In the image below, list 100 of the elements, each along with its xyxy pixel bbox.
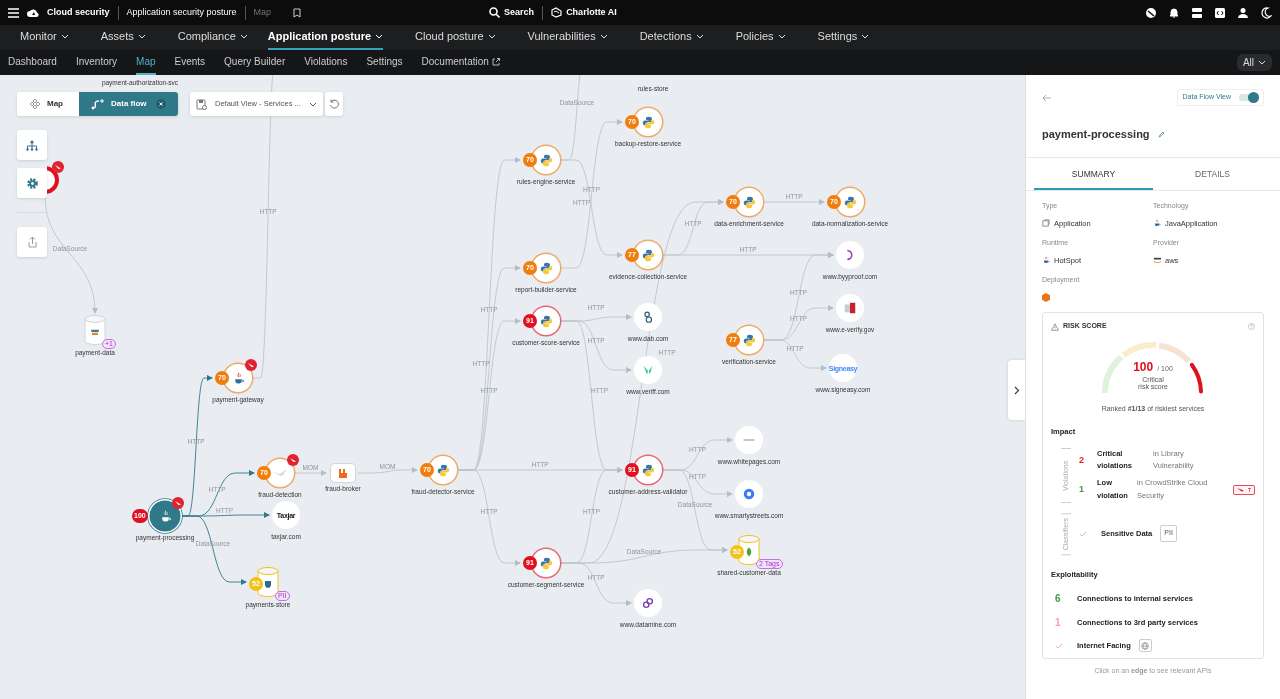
python-icon (641, 248, 655, 262)
nav-menu[interactable]: Vulnerabilities (507, 25, 608, 50)
website-node[interactable] (836, 294, 864, 322)
filter-dropdown[interactable]: All (1236, 54, 1272, 71)
block-logo-icon (843, 301, 857, 315)
service-node[interactable] (735, 326, 763, 354)
assistant-logo-icon (551, 7, 563, 18)
caret-icon (1258, 59, 1266, 66)
service-node[interactable] (836, 188, 864, 216)
cloud-logo-icon (27, 7, 39, 18)
caret-icon (137, 33, 146, 40)
service-node[interactable] (532, 146, 560, 174)
website-node[interactable] (836, 241, 864, 269)
python-icon (436, 463, 450, 477)
globe-icon (1138, 639, 1152, 653)
broker-node[interactable] (331, 464, 355, 482)
breadcrumb-link[interactable]: Map (253, 5, 272, 20)
service-node[interactable] (224, 364, 252, 392)
close-icon[interactable] (156, 99, 166, 109)
nav-menu[interactable]: Policies (715, 25, 786, 50)
nav-menu[interactable]: Monitor (0, 25, 69, 50)
violation-badge-icon[interactable] (1233, 484, 1255, 495)
database-node[interactable] (84, 315, 106, 345)
subnav-tab[interactable]: Dashboard (8, 50, 57, 75)
rabbit-logo-icon (338, 468, 348, 478)
ring-logo-icon (742, 487, 756, 501)
nav-menu[interactable]: Detections (619, 25, 704, 50)
subnav-tab[interactable]: Events (174, 50, 206, 75)
service-node[interactable] (429, 456, 457, 484)
caret-icon (375, 33, 384, 40)
menu-icon[interactable] (8, 7, 19, 18)
toggle-switch[interactable] (1239, 92, 1259, 103)
python-icon (539, 261, 553, 275)
hierarchy-button[interactable] (17, 130, 47, 160)
panel-tab[interactable]: SUMMARY (1034, 157, 1153, 191)
caret-icon (695, 33, 704, 40)
back-arrow-icon[interactable] (1042, 93, 1052, 102)
search-icon (489, 7, 501, 18)
website-node[interactable] (634, 356, 662, 384)
reset-icon (328, 99, 339, 109)
nav-menu[interactable]: Settings (797, 25, 870, 50)
nav-menu[interactable]: Assets (80, 25, 146, 50)
assistant-button[interactable]: Charlotte AI (551, 5, 617, 20)
website-node[interactable] (634, 589, 662, 617)
warning-icon (1051, 322, 1059, 331)
settings-icon (25, 176, 39, 190)
deployment-icon (1042, 293, 1050, 303)
python-icon (539, 153, 553, 167)
edit-icon[interactable] (1157, 130, 1165, 138)
subnav-tab[interactable]: Inventory (75, 50, 118, 75)
python-icon (843, 195, 857, 209)
nav-menu[interactable]: Compliance (157, 25, 248, 50)
panel-tab[interactable]: DETAILS (1153, 157, 1272, 191)
caret-icon (239, 33, 248, 40)
code-icon[interactable] (1214, 6, 1226, 19)
website-node[interactable] (735, 426, 763, 454)
chevron-right-icon (1013, 385, 1020, 395)
risk-score: 100 (1133, 358, 1154, 376)
map-icon (29, 98, 41, 110)
service-node[interactable] (532, 307, 560, 335)
save-view-icon (196, 98, 207, 110)
subnav-tab[interactable]: Documentation (421, 50, 500, 75)
breadcrumb-link[interactable]: Application security posture (126, 5, 237, 20)
notification-icon[interactable] (1168, 6, 1180, 19)
service-node[interactable] (634, 456, 662, 484)
mode-tab[interactable]: Data flow (79, 92, 178, 116)
reset-button[interactable] (324, 92, 343, 116)
search-button[interactable]: Search (489, 5, 535, 20)
user-icon[interactable] (1237, 6, 1249, 19)
data-flow-icon (91, 98, 105, 110)
caret-icon (308, 100, 317, 108)
website-node[interactable] (735, 480, 763, 508)
website-node[interactable] (634, 303, 662, 331)
python-icon (539, 556, 553, 570)
server-icon[interactable] (1191, 6, 1203, 19)
service-node[interactable] (735, 188, 763, 216)
service-node[interactable] (634, 108, 662, 136)
hierarchy-icon (26, 139, 38, 151)
caret-icon (60, 33, 69, 40)
share-button[interactable] (17, 227, 47, 257)
service-node[interactable] (151, 502, 179, 530)
subnav-tab[interactable]: Settings (366, 50, 403, 75)
exploit-count: 6 (1055, 592, 1062, 607)
service-node[interactable] (532, 549, 560, 577)
service-node[interactable] (532, 254, 560, 282)
bookmark-icon[interactable] (293, 7, 302, 18)
caret-icon (861, 33, 870, 40)
moon-icon[interactable] (1260, 6, 1272, 19)
service-node[interactable] (266, 459, 294, 487)
python-icon (742, 195, 756, 209)
service-node[interactable] (47, 165, 60, 195)
python-icon (641, 115, 655, 129)
caret-icon (487, 33, 496, 40)
python-icon (539, 314, 553, 328)
subnav-tab[interactable]: Violations (304, 50, 348, 75)
window-icon (1042, 219, 1050, 228)
service-node[interactable] (634, 241, 662, 269)
subnav-tab[interactable]: Query Builder (224, 50, 286, 75)
mode-tab[interactable]: Map (17, 92, 79, 116)
nav-menu[interactable]: Cloud posture (395, 25, 496, 50)
